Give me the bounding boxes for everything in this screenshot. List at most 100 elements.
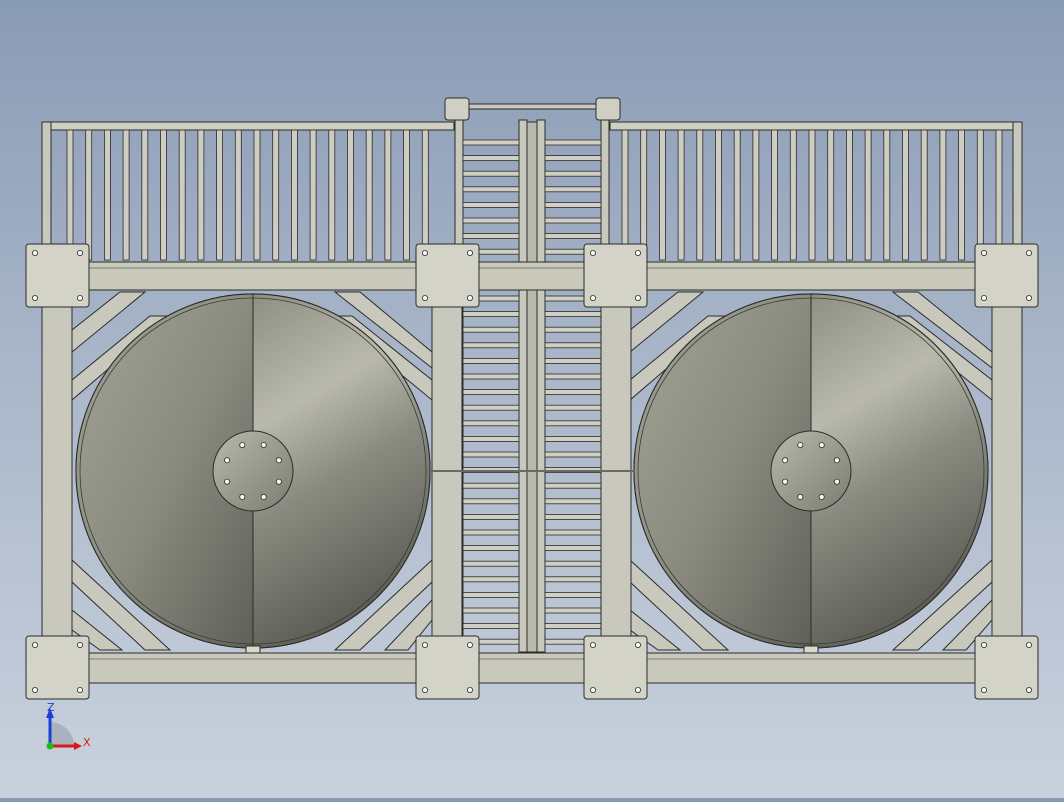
ladder-rung [462, 342, 520, 349]
hub-bolt-icon [818, 442, 825, 449]
railing-bar [122, 129, 130, 261]
ladder-rung [462, 607, 520, 614]
ladder-rung [462, 357, 520, 364]
gusset-plate [415, 635, 480, 700]
railing-bar [347, 129, 354, 261]
cad-viewport[interactable]: Z X [0, 0, 1064, 798]
ladder-rung [544, 201, 602, 208]
railing-bar [976, 129, 984, 261]
bolt-hole-icon [466, 249, 473, 256]
bolt-hole-icon [981, 687, 988, 694]
railing-bar [85, 129, 93, 261]
railing-bar [309, 129, 317, 261]
bolt-hole-icon [1026, 294, 1033, 301]
bolt-hole-icon [635, 642, 642, 649]
bolt-hole-icon [77, 687, 84, 694]
bolt-hole-icon [635, 249, 642, 256]
left-fan-disc [75, 293, 431, 654]
hub-bolt-icon [275, 478, 282, 485]
bolt-hole-icon [466, 687, 473, 694]
railing-bar [160, 129, 167, 261]
gusset-plate [583, 243, 648, 308]
railing-bar [272, 129, 280, 261]
railing-bar [696, 129, 704, 261]
railing-bar [216, 129, 224, 261]
ladder-rung [544, 139, 602, 146]
ladder-rung [544, 498, 602, 505]
axis-origin-icon [46, 742, 54, 750]
bolt-hole-icon [77, 294, 84, 301]
x-axis-label: X [83, 736, 91, 749]
bolt-hole-icon [590, 642, 597, 649]
bolt-hole-icon [466, 642, 473, 649]
ladder-rung [462, 217, 520, 224]
gusset-plate [974, 635, 1039, 700]
hub-bolt-icon [782, 457, 789, 464]
railing-bar [197, 129, 205, 261]
gusset-plate [415, 243, 480, 308]
ladder-rung [462, 576, 520, 583]
railing-bar [902, 129, 909, 261]
gusset-plate [974, 243, 1039, 308]
ladder-rung [462, 498, 520, 505]
railing-bar [808, 129, 816, 261]
railing-bar [995, 129, 1003, 261]
ladder-rung [462, 311, 520, 318]
bolt-hole-icon [421, 249, 428, 256]
ladder-rung [462, 560, 520, 567]
railing-bar [771, 129, 778, 261]
railing-bar [66, 129, 74, 261]
hub-bolt-icon [239, 442, 246, 449]
ladder-rung [544, 482, 602, 489]
railing-bar [677, 129, 685, 261]
ladder-rung [544, 186, 602, 193]
railing-bar [752, 129, 760, 261]
ladder-rung [544, 420, 602, 427]
ladder-rung [544, 607, 602, 614]
ladder-rung [462, 373, 520, 380]
bolt-hole-icon [590, 687, 597, 694]
ladder-rung [462, 233, 520, 240]
ladder-rung [544, 357, 602, 364]
hub-bolt-icon [818, 493, 825, 500]
hub-bolt-icon [260, 442, 267, 449]
ladder-rung [462, 435, 520, 442]
ladder-rung [462, 545, 520, 551]
railing-bar [883, 129, 891, 261]
ladder-rung [544, 404, 602, 411]
ladder-rung [544, 514, 602, 520]
ladder-rung [462, 170, 520, 177]
ladder-rung [462, 592, 520, 598]
ladder-rung [544, 576, 602, 583]
right-fan-disc [633, 293, 989, 654]
bolt-hole-icon [635, 687, 642, 694]
ladder-rung [462, 482, 520, 489]
railing-bar [290, 129, 298, 261]
bolt-hole-icon [421, 642, 428, 649]
bolt-hole-icon [77, 642, 84, 649]
hub-bolt-icon [239, 493, 246, 500]
railing-bar [789, 129, 797, 261]
ladder-rung [462, 451, 520, 458]
ladder-rung [544, 545, 602, 551]
ladder-rung [462, 155, 520, 162]
railing-bar [178, 129, 186, 261]
railing-bar [421, 129, 429, 261]
railing-bar [234, 129, 242, 261]
railing-bar [846, 129, 853, 261]
left-railing [41, 121, 455, 261]
gusset-plate [25, 635, 90, 700]
ladder-rung [544, 389, 602, 396]
ladder [444, 97, 621, 653]
railing-bar [621, 129, 629, 261]
ladder-rung [544, 170, 602, 177]
railing-bar [958, 129, 965, 261]
bolt-hole-icon [981, 249, 988, 256]
railing-bar [141, 129, 149, 261]
bolt-hole-icon [590, 249, 597, 256]
bolt-hole-icon [77, 249, 84, 256]
ladder-rung [462, 404, 520, 411]
right-railing [609, 121, 1023, 261]
ladder-rung [544, 592, 602, 598]
assembly-drawing: Z X [25, 97, 1039, 750]
